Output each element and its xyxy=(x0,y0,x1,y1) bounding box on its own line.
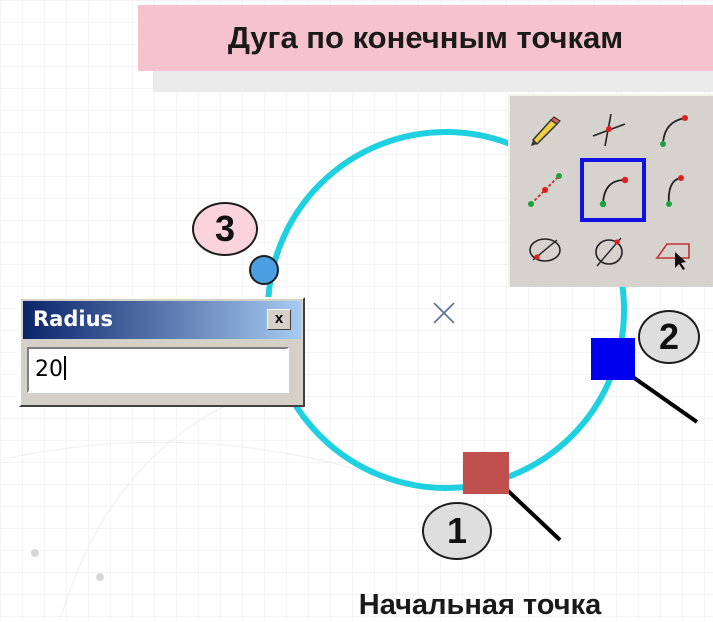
toolbar-button-circle[interactable] xyxy=(516,222,574,278)
radius-dialog: Radius x 20 xyxy=(19,297,305,407)
toolbar-button-pencil[interactable] xyxy=(516,102,574,158)
toolbar-button-arc-tangent[interactable] xyxy=(644,102,702,158)
caption-start-point: Начальная точка xyxy=(358,589,602,621)
close-icon: x xyxy=(274,310,284,327)
leader-line-start xyxy=(503,486,562,542)
mid-point-marker[interactable] xyxy=(249,255,279,285)
arc-toolbar xyxy=(508,94,713,287)
step-marker-3: 3 xyxy=(192,202,258,256)
step-marker-1: 1 xyxy=(422,502,492,560)
dialog-titlebar[interactable]: Radius x xyxy=(23,301,301,339)
shape-select-icon xyxy=(655,243,690,270)
ellipse-icon xyxy=(595,237,623,267)
toolbar-button-point[interactable] xyxy=(580,102,638,158)
point-on-line-icon xyxy=(592,113,626,147)
toolbar-button-line[interactable] xyxy=(516,162,574,218)
circle-cross-icon xyxy=(529,238,561,262)
dialog-title: Radius xyxy=(33,307,114,331)
bg-curve xyxy=(59,379,301,620)
center-marker-icon xyxy=(433,302,455,324)
text-caret xyxy=(64,356,66,380)
bg-dot xyxy=(31,549,39,557)
toolbar-button-arc-endpoints[interactable] xyxy=(580,158,646,222)
start-point-marker[interactable] xyxy=(463,452,509,494)
pencil-icon xyxy=(531,116,561,146)
toolbar-button-shape[interactable] xyxy=(644,222,702,278)
bg-curve xyxy=(0,441,361,471)
leader-line-end xyxy=(628,373,699,424)
radius-value: 20 xyxy=(35,357,63,382)
close-button[interactable]: x xyxy=(267,309,291,330)
toolbar-button-arc-through[interactable] xyxy=(648,162,702,218)
radius-input[interactable]: 20 xyxy=(27,347,289,393)
arc-by-endpoints-icon xyxy=(599,176,629,208)
line-icon xyxy=(528,173,562,207)
step-marker-2: 2 xyxy=(638,310,700,364)
end-point-marker[interactable] xyxy=(591,338,635,380)
toolbar-button-ellipse[interactable] xyxy=(580,222,638,278)
arc-tangent-icon xyxy=(660,115,688,147)
bg-dot xyxy=(96,573,104,581)
arc-through-point-icon xyxy=(666,175,684,207)
